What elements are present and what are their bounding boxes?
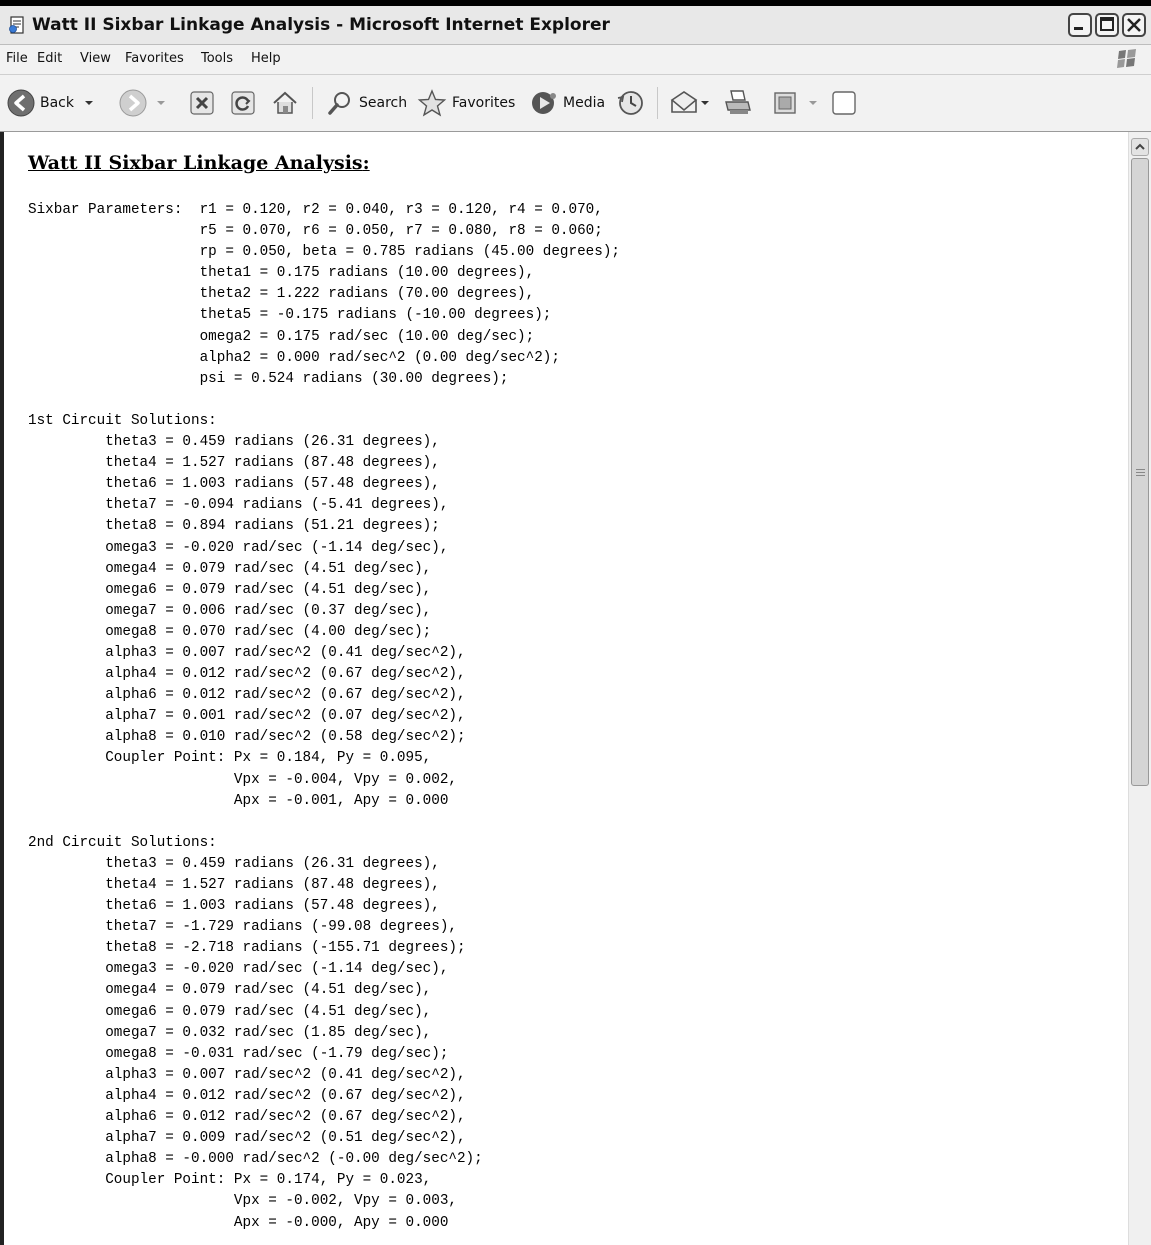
media-icon (532, 92, 556, 114)
search-icon (328, 92, 350, 115)
menu-file[interactable]: File (6, 51, 28, 66)
page-title: Watt II Sixbar Linkage Analysis (28, 152, 363, 174)
home-icon (273, 91, 297, 114)
mail-button[interactable] (668, 85, 710, 121)
toolbar-separator (312, 87, 313, 119)
stop-button[interactable] (188, 85, 216, 121)
menu-edit[interactable]: Edit (37, 51, 62, 66)
blank-page-icon (832, 91, 856, 115)
ie-page-icon (9, 16, 24, 34)
back-button[interactable]: Back (6, 85, 96, 121)
chevron-up-icon (1135, 143, 1145, 150)
forward-button[interactable] (118, 85, 168, 121)
vertical-scrollbar[interactable] (1128, 132, 1151, 1245)
media-button[interactable]: Media (529, 85, 605, 121)
refresh-icon (231, 91, 255, 115)
mail-icon (670, 91, 698, 113)
menu-favorites[interactable]: Favorites (125, 51, 184, 66)
forward-arrow-icon (119, 89, 147, 117)
browser-window: Watt II Sixbar Linkage Analysis - Micros… (0, 6, 1151, 1245)
dropdown-arrow-icon[interactable] (700, 98, 710, 108)
favorites-label: Favorites (452, 95, 516, 111)
search-label: Search (359, 95, 408, 111)
close-button[interactable] (1122, 13, 1146, 37)
menu-tools[interactable]: Tools (201, 51, 233, 66)
page-content: Watt II Sixbar Linkage Analysis: Sixbar … (0, 132, 1128, 1245)
toolbar-separator (657, 87, 658, 119)
favorites-button[interactable]: Favorites (416, 85, 515, 121)
scroll-up-button[interactable] (1131, 138, 1149, 156)
discuss-button[interactable] (830, 85, 858, 121)
minimize-button[interactable] (1068, 13, 1092, 37)
star-icon (417, 89, 447, 117)
history-icon (617, 91, 643, 115)
refresh-button[interactable] (229, 85, 257, 121)
analysis-output: Sixbar Parameters: r1 = 0.120, r2 = 0.04… (28, 202, 620, 1231)
back-arrow-icon (7, 89, 35, 117)
close-icon (1127, 18, 1141, 32)
maximize-button[interactable] (1095, 13, 1119, 37)
heading-colon: : (362, 152, 370, 174)
dropdown-arrow-icon[interactable] (154, 98, 168, 108)
media-label: Media (563, 95, 606, 111)
search-button[interactable]: Search (325, 85, 407, 121)
windows-logo-icon (1117, 49, 1136, 68)
history-button[interactable] (615, 85, 647, 121)
print-button[interactable] (722, 85, 754, 121)
title-bar[interactable]: Watt II Sixbar Linkage Analysis - Micros… (0, 6, 1151, 45)
scroll-thumb[interactable] (1131, 158, 1149, 786)
print-icon (725, 90, 751, 114)
stop-icon (190, 91, 214, 115)
scroll-grip (1136, 475, 1145, 476)
menu-view[interactable]: View (80, 51, 111, 66)
menu-bar: File Edit View Favorites Tools Help (0, 45, 1151, 75)
dropdown-arrow-icon[interactable] (806, 98, 820, 108)
dropdown-arrow-icon[interactable] (82, 98, 96, 108)
maximize-icon (1100, 17, 1114, 31)
scroll-grip (1136, 472, 1145, 473)
minimize-icon (1074, 27, 1083, 30)
window-title: Watt II Sixbar Linkage Analysis - Micros… (32, 15, 610, 35)
home-button[interactable] (270, 85, 300, 121)
toolbar: Back Search Favorites Media (0, 75, 1151, 132)
back-label: Back (40, 95, 74, 111)
edit-page-icon (774, 92, 796, 114)
page-heading: Watt II Sixbar Linkage Analysis: (28, 152, 370, 174)
edit-button[interactable] (772, 85, 820, 121)
scroll-grip (1136, 469, 1145, 470)
menu-help[interactable]: Help (251, 51, 281, 66)
